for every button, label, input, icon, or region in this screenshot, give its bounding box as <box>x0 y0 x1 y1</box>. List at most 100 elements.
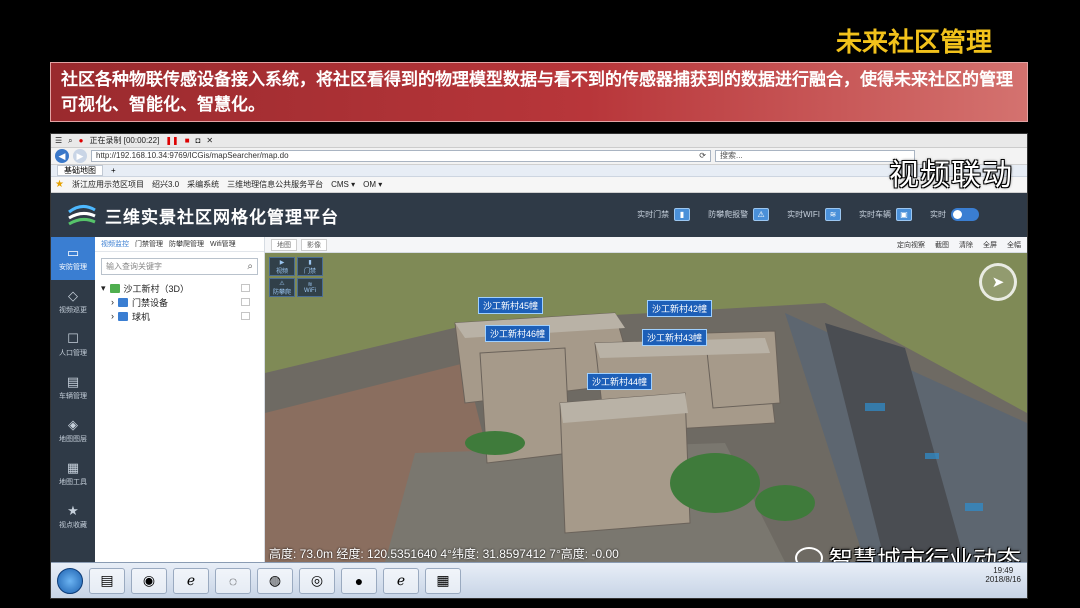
chrome-icon[interactable]: ◉ <box>131 567 167 594</box>
favorite-item[interactable]: 绍兴3.0 <box>152 179 179 190</box>
explorer-icon[interactable]: ▤ <box>89 567 125 594</box>
favorite-item[interactable]: 三维地理信息公共服务平台 <box>227 179 323 190</box>
map-mode-button[interactable]: 地图 <box>271 238 297 251</box>
tree-item[interactable]: › 门禁设备 <box>101 295 264 309</box>
system-clock[interactable]: 19:49 2018/8/16 <box>985 566 1021 584</box>
camera-icon[interactable]: ◘ <box>196 136 201 145</box>
map-area: 地图 影像 定向视察 截图 清除 全屏 全幅 ▶ 视频 ▮ 门禁 ⚠ 防攀爬 ≋… <box>265 237 1027 562</box>
recorder-bar: ☰ ⌕ ● 正在录制 [00:00:22] ❚❚ ■ ◘ ✕ <box>51 134 1027 148</box>
tree-checkbox[interactable] <box>241 298 250 306</box>
alarm-icon: ⚠ <box>279 280 285 287</box>
quick-access-button[interactable]: ▮ 门禁 <box>297 257 323 276</box>
quick-video-button[interactable]: ▶ 视频 <box>269 257 295 276</box>
app-icon[interactable]: ◍ <box>257 567 293 594</box>
sidebar-item-layers[interactable]: ◈ 地图图层 <box>51 409 95 452</box>
tab-access[interactable]: 门禁管理 <box>135 239 163 249</box>
wifi-icon: ≋ <box>825 208 841 221</box>
search-icon[interactable]: ⌕ <box>68 136 72 146</box>
recording-status: 正在录制 [00:00:22] <box>89 136 160 145</box>
new-tab-icon[interactable]: + <box>111 166 116 175</box>
tab-video[interactable]: 视频监控 <box>101 239 129 249</box>
tree-checkbox[interactable] <box>241 312 250 320</box>
start-button[interactable] <box>57 567 83 594</box>
building-label[interactable]: 沙工新村42幢 <box>647 300 713 317</box>
summary-banner: 社区各种物联传感设备接入系统，将社区看得到的物理模型数据与看不到的传感器捕获到的… <box>50 62 1028 122</box>
sidebar-item-vehicles[interactable]: ▤ 车辆管理 <box>51 366 95 409</box>
realtime-toggle[interactable]: 实时 <box>930 208 979 221</box>
tree-item[interactable]: › 球机 <box>101 309 264 323</box>
orient-view-button[interactable]: 定向视察 <box>897 240 925 250</box>
building-label[interactable]: 沙工新村44幢 <box>587 373 653 390</box>
tree-root[interactable]: ▾ 沙工新村（3D） <box>101 281 264 295</box>
favorite-item[interactable]: 浙江应用示范区项目 <box>72 179 144 190</box>
tree-checkbox[interactable] <box>241 284 250 292</box>
pause-icon[interactable]: ❚❚ <box>165 136 178 145</box>
imagery-mode-button[interactable]: 影像 <box>301 238 327 251</box>
compass-icon[interactable]: ➤ <box>979 263 1017 301</box>
door-icon: ▮ <box>308 259 312 266</box>
realtime-vehicle-button[interactable]: 实时车辆 ▣ <box>859 208 912 221</box>
stop-icon[interactable]: ■ <box>185 136 190 145</box>
taskbar: ▤ ◉ ℯ ◌ ◍ ◎ ● ℯ ▦ 19:49 2018/8/16 <box>51 562 1027 598</box>
search-icon[interactable]: ⌕ <box>247 259 253 274</box>
realtime-wifi-button[interactable]: 实时WIFI ≋ <box>787 208 841 221</box>
expand-icon[interactable]: › <box>111 311 114 321</box>
fullscreen-button[interactable]: 全屏 <box>983 240 997 250</box>
building-label[interactable]: 沙工新村43幢 <box>642 329 708 346</box>
expand-icon[interactable]: › <box>111 297 114 307</box>
ie-icon[interactable]: ℯ <box>173 567 209 594</box>
favorite-item[interactable]: 采编系统 <box>187 179 219 190</box>
sidebar-item-favorites[interactable]: ★ 视点收藏 <box>51 495 95 538</box>
3d-scene[interactable]: ▶ 视频 ▮ 门禁 ⚠ 防攀爬 ≋ WiFi 沙工新村45幢 沙工新村42幢 沙工新村4… <box>265 253 1027 562</box>
close-icon[interactable]: ✕ <box>206 136 213 145</box>
sidebar-item-security[interactable]: ▭ 安防管理 <box>51 237 95 280</box>
3d-model-view <box>265 253 1027 562</box>
favorites-star-icon[interactable]: ★ <box>55 179 64 190</box>
tab-basemap[interactable]: 基础地图 <box>57 165 103 176</box>
favorite-item[interactable]: CMS ▾ <box>331 180 355 189</box>
building-label[interactable]: 沙工新村46幢 <box>485 325 551 342</box>
wechat-icon[interactable]: ◌ <box>215 567 251 594</box>
browser-tabs: 基础地图 + <box>51 165 1027 177</box>
tree-item-label: 门禁设备 <box>132 297 169 308</box>
menu-icon[interactable]: ☰ <box>55 136 62 145</box>
tree-root-label: 沙工新村（3D） <box>123 283 190 294</box>
qq-icon[interactable]: ◎ <box>299 567 335 594</box>
clear-button[interactable]: 清除 <box>959 240 973 250</box>
address-bar[interactable]: http://192.168.10.34:9769/ICGis/mapSearc… <box>91 150 711 162</box>
person-icon: ☐ <box>67 330 79 346</box>
ie-window-icon[interactable]: ℯ <box>383 567 419 594</box>
embedded-screenshot: ☰ ⌕ ● 正在录制 [00:00:22] ❚❚ ■ ◘ ✕ ◀ ▶ http:… <box>50 133 1028 599</box>
patrol-icon: ◇ <box>68 287 78 303</box>
toggle-switch[interactable] <box>951 208 979 221</box>
app-body: ▭ 安防管理 ◇ 视频巡更 ☐ 人口管理 ▤ 车辆管理 ◈ 地图图层 ▦ 地图工具 ★ 视点收… <box>51 237 1027 562</box>
sidebar-item-tools[interactable]: ▦ 地图工具 <box>51 452 95 495</box>
realtime-access-button[interactable]: 实时门禁 ▮ <box>637 208 691 221</box>
sidebar-item-patrol[interactable]: ◇ 视频巡更 <box>51 280 95 323</box>
back-icon[interactable]: ◀ <box>55 149 69 163</box>
quick-tools: ▶ 视频 ▮ 门禁 ⚠ 防攀爬 ≋ WiFi <box>269 257 323 297</box>
recorder-icon[interactable]: ● <box>341 567 377 594</box>
screenshot-button[interactable]: 截图 <box>935 240 949 250</box>
tab-wifi[interactable]: Wifi管理 <box>210 239 236 249</box>
video-icon: ▶ <box>279 259 285 266</box>
quick-anticlimb-button[interactable]: ⚠ 防攀爬 <box>269 278 295 297</box>
full-extent-button[interactable]: 全幅 <box>1007 240 1021 250</box>
tab-anticlimb[interactable]: 防攀爬管理 <box>169 239 204 249</box>
record-icon: ● <box>78 136 84 145</box>
app-header: 三维实景社区网格化管理平台 实时门禁 ▮ 防攀爬报警 ⚠ 实时WIFI ≋ 实时车辆 ▣… <box>51 193 1027 237</box>
browser-search-input[interactable]: 搜索... <box>715 150 915 162</box>
slide: 未来社区管理 社区各种物联传感设备接入系统，将社区看得到的物理模型数据与看不到的… <box>0 0 1080 608</box>
tool-icon[interactable]: ▦ <box>425 567 461 594</box>
favorite-item[interactable]: OM ▾ <box>363 180 382 189</box>
keyword-search-input[interactable]: 输入查询关键字 ⌕ <box>101 258 258 275</box>
url-text: http://192.168.10.34:9769/ICGis/mapSearc… <box>96 151 289 160</box>
app-title: 三维实景社区网格化管理平台 <box>105 207 339 228</box>
quick-wifi-button[interactable]: ≋ WiFi <box>297 278 323 297</box>
sidebar-item-population[interactable]: ☐ 人口管理 <box>51 323 95 366</box>
expand-icon[interactable]: ▾ <box>101 283 106 294</box>
building-label[interactable]: 沙工新村45幢 <box>478 297 544 314</box>
anti-climb-button[interactable]: 防攀爬报警 ⚠ <box>708 208 770 221</box>
forward-icon[interactable]: ▶ <box>73 149 87 163</box>
reload-icon[interactable]: ⟳ <box>699 151 710 161</box>
